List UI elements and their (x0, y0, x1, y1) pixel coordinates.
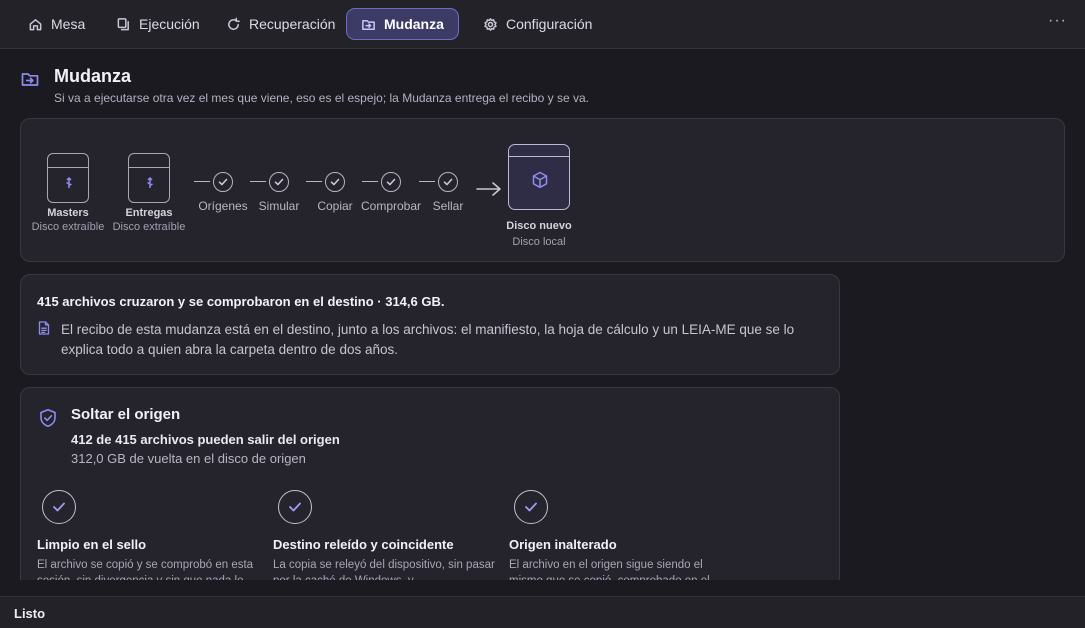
step-label: Sellar (432, 199, 464, 213)
check-title: Origen inalterado (509, 537, 617, 552)
app-window: Mesa Ejecución Recuperación Mudanza Conf… (0, 0, 1085, 628)
summary-headline: 415 archivos cruzaron y se comprobaron e… (37, 294, 445, 309)
status-text: Listo (14, 606, 46, 621)
pipeline-card: Masters Disco extraíble Entregas Disco e… (20, 118, 1065, 262)
status-bar: Listo (0, 596, 1085, 628)
folder-move-icon (20, 69, 40, 89)
source-drive-entregas[interactable]: Entregas Disco extraíble (109, 153, 189, 233)
tab-ejecucion[interactable]: Ejecución (102, 8, 214, 40)
drive-sub: Disco local (512, 236, 566, 248)
check-title: Destino releído y coincidente (273, 537, 454, 552)
summary-card: 415 archivos cruzaron y se comprobaron e… (20, 274, 840, 375)
drive-box (128, 153, 170, 203)
shield-check-icon (38, 408, 58, 428)
source-drive-masters[interactable]: Masters Disco extraíble (27, 153, 109, 233)
refresh-icon (228, 17, 240, 30)
usb-icon (144, 176, 156, 188)
top-nav: Mesa Ejecución Recuperación Mudanza Conf… (0, 0, 1085, 49)
release-space: 312,0 GB de vuelta en el disco de origen (71, 451, 306, 466)
copy-icon (117, 17, 129, 30)
home-icon (29, 18, 42, 30)
tab-label: Configuración (506, 16, 593, 32)
drive-sub: Disco extraíble (112, 221, 186, 233)
check-circle-icon (278, 490, 312, 524)
usb-icon (63, 176, 75, 188)
check-title: Limpio en el sello (37, 537, 147, 552)
drive-box (47, 153, 89, 203)
receipt-note: El recibo de esta mudanza está en el des… (61, 322, 795, 357)
page-subtitle: Si va a ejecutarse otra vez el mes que v… (54, 91, 589, 105)
drive-label: Entregas (125, 207, 173, 219)
drive-sub: Disco extraíble (31, 221, 105, 233)
check-desc: El archivo en el origen sigue siendo el … (509, 559, 710, 580)
page-title: Mudanza (54, 66, 132, 86)
check-desc: La copia se releyó del dispositivo, sin … (273, 559, 495, 580)
destination-drive[interactable]: Disco nuevo Disco local (506, 144, 572, 248)
folder-move-icon (362, 19, 375, 30)
tab-recuperacion[interactable]: Recuperación (212, 8, 349, 40)
check-icon (213, 172, 233, 192)
tab-label: Mesa (51, 16, 86, 32)
release-count: 412 de 415 archivos pueden salir del ori… (71, 432, 340, 447)
tab-label: Recuperación (249, 16, 336, 32)
check-circle-icon (42, 490, 76, 524)
drive-label: Masters (47, 207, 89, 219)
tab-label: Ejecución (139, 16, 200, 32)
drive-label: Disco nuevo (506, 220, 572, 232)
tab-configuracion[interactable]: Configuración (469, 8, 606, 40)
check-icon (269, 172, 289, 192)
main-content: Mudanza Si va a ejecutarse otra vez el m… (0, 49, 1085, 580)
release-title: Soltar el origen (71, 406, 181, 423)
drive-box (508, 144, 570, 210)
check-icon (381, 172, 401, 192)
check-circle-icon (514, 490, 548, 524)
tab-label: Mudanza (384, 16, 444, 32)
tab-mesa[interactable]: Mesa (14, 8, 99, 40)
release-origin-card: Soltar el origen 412 de 415 archivos pue… (20, 387, 840, 580)
document-icon (38, 321, 50, 335)
check-icon (325, 172, 345, 192)
tab-mudanza[interactable]: Mudanza (346, 8, 459, 40)
cube-icon (531, 171, 549, 189)
arrow-right-icon (476, 181, 502, 197)
more-options-icon[interactable]: ··· (1048, 12, 1067, 30)
settings-icon (484, 17, 497, 31)
check-icon (438, 172, 458, 192)
check-desc: El archivo se copió y se comprobó en est… (37, 559, 254, 580)
